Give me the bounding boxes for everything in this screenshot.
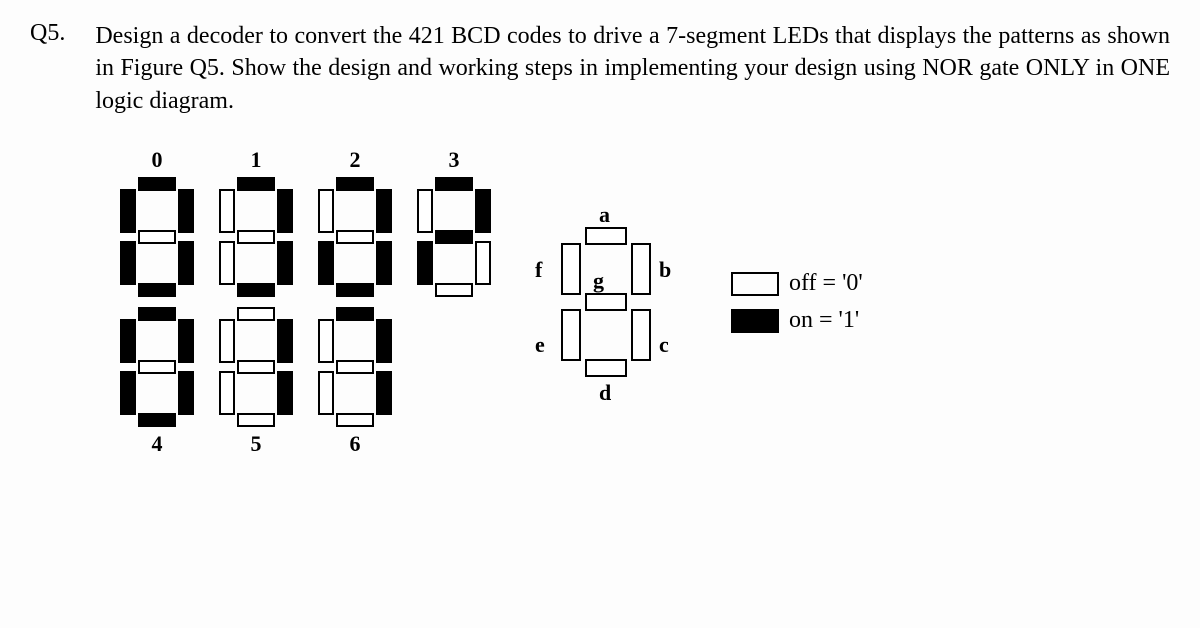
seg-f bbox=[120, 319, 136, 363]
seg-e bbox=[318, 371, 334, 415]
seg-b bbox=[178, 189, 194, 233]
seg-e bbox=[219, 241, 235, 285]
legend: off = '0' on = '1' bbox=[731, 270, 863, 334]
seg-a bbox=[336, 177, 374, 191]
legend-on-swatch bbox=[731, 309, 779, 333]
ref-seg-c bbox=[631, 309, 651, 361]
seg-d bbox=[237, 413, 275, 427]
seven-seg-display bbox=[120, 307, 194, 427]
pattern-label: 4 bbox=[152, 431, 163, 457]
pattern-label: 2 bbox=[350, 147, 361, 173]
seg-c bbox=[277, 371, 293, 415]
seg-a bbox=[237, 177, 275, 191]
pattern-cell: 5 bbox=[219, 307, 293, 457]
seg-g bbox=[336, 360, 374, 374]
pattern-label: 5 bbox=[251, 431, 262, 457]
pattern-cell: 2 bbox=[318, 147, 392, 297]
seg-d bbox=[336, 413, 374, 427]
pattern-cell: 6 bbox=[318, 307, 392, 457]
seg-g bbox=[138, 360, 176, 374]
legend-off-row: off = '0' bbox=[731, 270, 863, 297]
seg-f bbox=[417, 189, 433, 233]
pattern-label: 0 bbox=[152, 147, 163, 173]
ref-seg-b bbox=[631, 243, 651, 295]
seg-d bbox=[336, 283, 374, 297]
seg-e bbox=[120, 371, 136, 415]
seg-d bbox=[138, 283, 176, 297]
seg-g bbox=[435, 230, 473, 244]
pattern-label: 1 bbox=[251, 147, 262, 173]
seg-a bbox=[237, 307, 275, 321]
seg-g bbox=[237, 360, 275, 374]
ref-label-d: d bbox=[599, 380, 611, 406]
seg-b bbox=[475, 189, 491, 233]
seg-e bbox=[120, 241, 136, 285]
segment-reference: a b c d e f g bbox=[531, 202, 691, 402]
seven-seg-display bbox=[120, 177, 194, 297]
seven-seg-display bbox=[417, 177, 491, 297]
legend-on-text: on = '1' bbox=[789, 307, 859, 334]
seven-seg-display bbox=[219, 177, 293, 297]
seg-g bbox=[138, 230, 176, 244]
seg-b bbox=[376, 189, 392, 233]
pattern-label: 3 bbox=[449, 147, 460, 173]
seg-b bbox=[277, 189, 293, 233]
seven-seg-reference bbox=[561, 227, 651, 377]
ref-label-c: c bbox=[659, 332, 669, 358]
pattern-cell: 4 bbox=[120, 307, 194, 457]
patterns-grid: 0 1 2 3 4 5 6 bbox=[120, 147, 491, 457]
seg-a bbox=[138, 307, 176, 321]
seg-c bbox=[277, 241, 293, 285]
ref-label-f: f bbox=[535, 257, 542, 283]
pattern-label: 6 bbox=[350, 431, 361, 457]
ref-seg-e bbox=[561, 309, 581, 361]
seg-a bbox=[435, 177, 473, 191]
seg-e bbox=[417, 241, 433, 285]
seg-e bbox=[219, 371, 235, 415]
ref-seg-a bbox=[585, 227, 627, 245]
seg-f bbox=[219, 319, 235, 363]
seven-seg-display bbox=[318, 177, 392, 297]
question-row: Q5. Design a decoder to convert the 421 … bbox=[30, 20, 1170, 117]
pattern-cell: 0 bbox=[120, 147, 194, 297]
seg-c bbox=[178, 241, 194, 285]
seg-b bbox=[277, 319, 293, 363]
seg-a bbox=[336, 307, 374, 321]
seg-b bbox=[178, 319, 194, 363]
seg-g bbox=[336, 230, 374, 244]
question-text: Design a decoder to convert the 421 BCD … bbox=[95, 20, 1170, 117]
ref-label-e: e bbox=[535, 332, 545, 358]
seven-seg-display bbox=[219, 307, 293, 427]
question-label: Q5. bbox=[30, 20, 65, 47]
seg-d bbox=[435, 283, 473, 297]
seg-c bbox=[178, 371, 194, 415]
pattern-cell: 3 bbox=[417, 147, 491, 297]
seg-c bbox=[376, 241, 392, 285]
figure-area: 0 1 2 3 4 5 6 a b c d e f g off = '0' on = '1' bbox=[120, 147, 1170, 457]
seg-f bbox=[318, 189, 334, 233]
seven-seg-display bbox=[318, 307, 392, 427]
seg-f bbox=[219, 189, 235, 233]
legend-on-row: on = '1' bbox=[731, 307, 863, 334]
seg-e bbox=[318, 241, 334, 285]
seg-f bbox=[120, 189, 136, 233]
seg-d bbox=[237, 283, 275, 297]
ref-seg-g bbox=[585, 293, 627, 311]
seg-c bbox=[475, 241, 491, 285]
pattern-cell: 1 bbox=[219, 147, 293, 297]
ref-label-b: b bbox=[659, 257, 671, 283]
ref-seg-f bbox=[561, 243, 581, 295]
seg-f bbox=[318, 319, 334, 363]
seg-b bbox=[376, 319, 392, 363]
ref-label-a: a bbox=[599, 202, 610, 228]
seg-g bbox=[237, 230, 275, 244]
seg-c bbox=[376, 371, 392, 415]
legend-off-swatch bbox=[731, 272, 779, 296]
seg-d bbox=[138, 413, 176, 427]
ref-seg-d bbox=[585, 359, 627, 377]
legend-off-text: off = '0' bbox=[789, 270, 863, 297]
seg-a bbox=[138, 177, 176, 191]
